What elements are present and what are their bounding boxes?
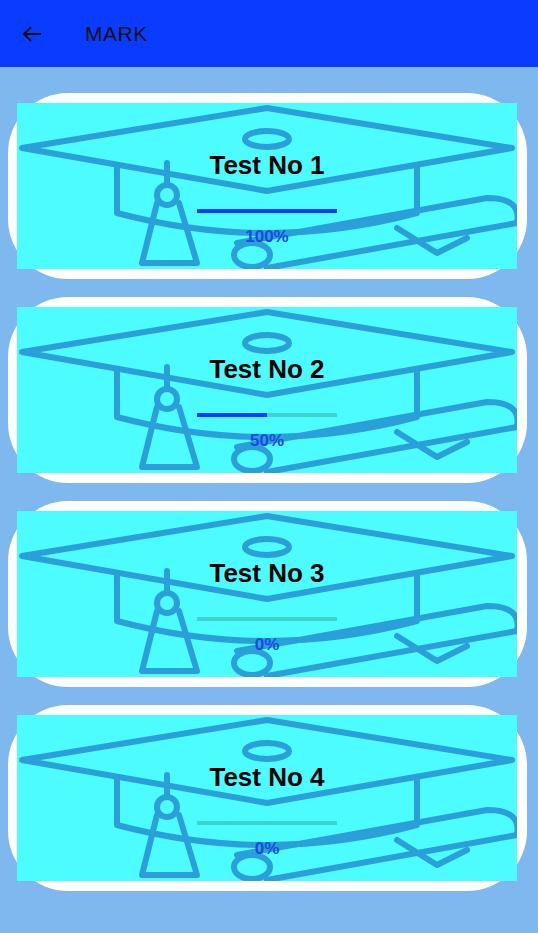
test-card[interactable]: Test No 3 0% bbox=[8, 501, 527, 687]
test-list: Test No 1100%Test No 250%Test No 30%Test… bbox=[0, 67, 538, 891]
test-name: Test No 2 bbox=[209, 353, 324, 385]
app-bar: MARK bbox=[0, 0, 538, 67]
back-arrow-icon[interactable] bbox=[20, 22, 44, 46]
test-name: Test No 3 bbox=[209, 557, 324, 589]
test-card[interactable]: Test No 4 0% bbox=[8, 705, 527, 891]
progress-track bbox=[197, 617, 337, 621]
test-content: Test No 3 0% bbox=[17, 511, 517, 675]
test-card-body: Test No 3 0% bbox=[17, 511, 517, 677]
test-card[interactable]: Test No 1 100% bbox=[8, 93, 527, 279]
progress-track bbox=[197, 821, 337, 825]
test-percent: 0% bbox=[255, 839, 280, 859]
progress-track bbox=[197, 209, 337, 213]
test-card-body: Test No 2 50% bbox=[17, 307, 517, 473]
test-card-body: Test No 1 100% bbox=[17, 103, 517, 269]
test-content: Test No 4 0% bbox=[17, 715, 517, 879]
test-card[interactable]: Test No 2 50% bbox=[8, 297, 527, 483]
test-name: Test No 4 bbox=[209, 761, 324, 793]
test-percent: 100% bbox=[245, 227, 288, 247]
test-content: Test No 1 100% bbox=[17, 103, 517, 267]
test-content: Test No 2 50% bbox=[17, 307, 517, 471]
test-name: Test No 1 bbox=[209, 149, 324, 181]
progress-fill bbox=[197, 413, 267, 417]
progress-fill bbox=[197, 209, 337, 213]
test-percent: 50% bbox=[250, 431, 284, 451]
page-title: MARK bbox=[85, 22, 148, 46]
test-percent: 0% bbox=[255, 635, 280, 655]
progress-track bbox=[197, 413, 337, 417]
test-card-body: Test No 4 0% bbox=[17, 715, 517, 881]
